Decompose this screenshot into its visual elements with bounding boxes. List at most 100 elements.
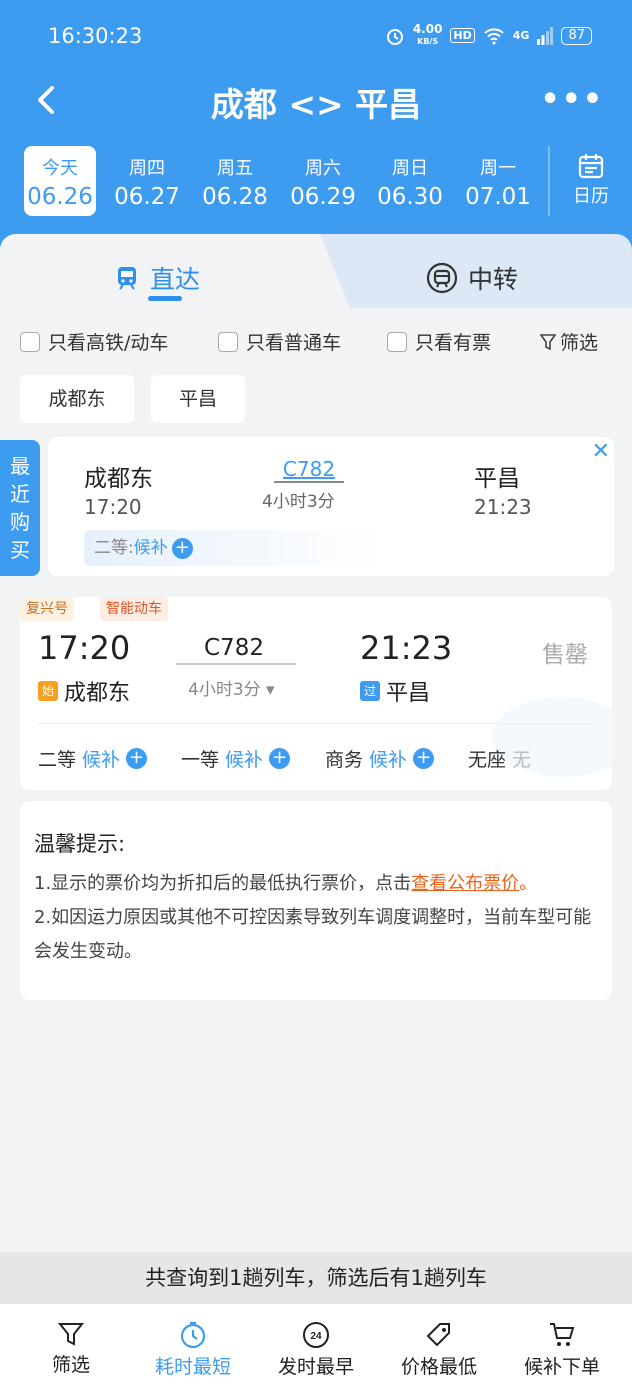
- date-week: 周五: [217, 158, 253, 179]
- tab-transfer-label: 中转: [468, 265, 519, 294]
- station-chip-chengdudong[interactable]: 成都东: [20, 375, 134, 423]
- bottom-nav-earliest[interactable]: 24 发时最早: [253, 1304, 379, 1390]
- svg-text:24: 24: [310, 1331, 322, 1342]
- bottom-nav: 筛选 耗时最短 24 发时最早 价格最低 候补下单: [0, 1304, 632, 1390]
- recent-seat-info[interactable]: 二等:候补 +: [84, 530, 384, 566]
- recent-tag-char: 买: [10, 538, 30, 562]
- date-strip: 今天 06.26 周四 06.27 周五 06.28 周六 06.29 周日 06.30 …: [0, 146, 632, 218]
- filter-high-speed-label: 只看高铁/动车: [48, 332, 169, 354]
- alarm-icon: [386, 28, 403, 45]
- transfer-train-icon: [426, 262, 458, 294]
- plus-icon[interactable]: +: [413, 748, 435, 769]
- date-value: 06.27: [114, 184, 180, 210]
- recent-tag-char: 最: [10, 454, 30, 478]
- filter-normal[interactable]: 只看普通车: [218, 328, 341, 355]
- bottom-nav-label: 耗时最短: [154, 1356, 231, 1378]
- recent-purchase-tag: 最 近 购 买: [0, 440, 40, 576]
- date-value: 06.30: [377, 184, 443, 210]
- recent-to-time: 21:23: [474, 495, 532, 519]
- duration: 4小时3分: [188, 680, 261, 700]
- filter-bar: 只看高铁/动车 只看普通车 只看有票 筛选: [20, 328, 612, 356]
- seat-business[interactable]: 商务 候补 +: [325, 745, 435, 772]
- checkbox[interactable]: [387, 331, 407, 352]
- seat-status: 候补: [225, 749, 264, 771]
- net-speed-unit: KB/S: [417, 37, 439, 46]
- recent-train-number[interactable]: C782: [276, 457, 342, 481]
- calendar-button[interactable]: 日历: [548, 146, 632, 216]
- filter-button[interactable]: 筛选: [539, 328, 598, 355]
- date-value: 07.01: [465, 184, 531, 210]
- date-week: 周一: [480, 158, 516, 179]
- plus-icon[interactable]: +: [269, 748, 291, 769]
- tab-underline: [148, 296, 182, 301]
- recent-seat-status: 候补: [133, 538, 168, 558]
- recent-duration: 4小时3分: [262, 492, 335, 512]
- arrival-time: 21:23: [360, 629, 453, 667]
- caret-down-icon: ▾: [266, 680, 275, 700]
- train-number: C782: [204, 635, 264, 661]
- date-value: 06.28: [202, 184, 268, 210]
- bottom-nav-waitlist[interactable]: 候补下单: [499, 1304, 625, 1390]
- smart-emu-tag: 智能动车: [100, 597, 168, 621]
- cart-clock-icon: [550, 1323, 575, 1346]
- arrow-line: [274, 481, 344, 483]
- date-item-0627[interactable]: 周四 06.27: [111, 146, 183, 216]
- tip-line-2: 2.如因运力原因或其他不可控因素导致列车调度调整时，当前车型可能会发生变动。: [34, 907, 592, 962]
- tab-transfer[interactable]: 中转: [426, 260, 518, 296]
- published-fare-link[interactable]: 查看公布票价: [411, 873, 519, 894]
- date-value: 06.29: [290, 184, 356, 210]
- funnel-icon: [57, 1323, 85, 1346]
- seat-second-class[interactable]: 二等 候补 +: [38, 745, 148, 772]
- date-week: 周六: [305, 158, 341, 179]
- checkbox[interactable]: [20, 331, 40, 352]
- close-icon[interactable]: ✕: [592, 439, 610, 464]
- bottom-nav-label: 发时最早: [277, 1356, 354, 1378]
- result-summary: 共查询到1趟列车，筛选后有1趟列车: [0, 1252, 632, 1304]
- recent-seat-class: 二等:: [94, 538, 134, 558]
- seat-status: 候补: [369, 749, 408, 771]
- date-item-0630[interactable]: 周日 06.30: [374, 146, 446, 216]
- date-item-0629[interactable]: 周六 06.29: [287, 146, 359, 216]
- plus-icon[interactable]: +: [126, 748, 148, 769]
- seat-status: 候补: [82, 749, 121, 771]
- date-week: 周四: [129, 158, 165, 179]
- bottom-nav-lowest-price[interactable]: 价格最低: [376, 1304, 502, 1390]
- date-item-0628[interactable]: 周五 06.28: [199, 146, 271, 216]
- station-chip-pingchang[interactable]: 平昌: [151, 375, 245, 423]
- recent-to-station: 平昌: [474, 466, 520, 492]
- bottom-nav-label: 价格最低: [400, 1356, 477, 1378]
- filter-available[interactable]: 只看有票: [387, 328, 491, 355]
- clock-24-icon: 24: [303, 1322, 329, 1348]
- train-card[interactable]: 复兴号 智能动车 17:20 C782 4小时3分 ▾ 21:23 售罄 始成都…: [20, 597, 612, 790]
- recent-purchase-card[interactable]: ✕ 成都东 17:20 C782 4小时3分 平昌 21:23 二等:候补 +: [48, 437, 614, 576]
- checkbox[interactable]: [218, 331, 238, 352]
- seat-name: 商务: [325, 749, 364, 771]
- bottom-nav-filter[interactable]: 筛选: [8, 1304, 134, 1390]
- duration-toggle[interactable]: 4小时3分 ▾: [188, 675, 275, 700]
- status-bar: 16:30:23 4.00 KB/S HD 4G 87: [0, 0, 632, 72]
- price-tag-icon: [426, 1323, 450, 1347]
- date-item-0626[interactable]: 今天 06.26: [24, 146, 96, 216]
- bottom-nav-label: 候补下单: [523, 1356, 600, 1378]
- tab-direct[interactable]: 直达: [114, 260, 200, 296]
- fuxing-tag: 复兴号: [20, 597, 74, 621]
- departure-time: 17:20: [38, 629, 131, 667]
- bottom-nav-shortest[interactable]: 耗时最短: [130, 1304, 256, 1390]
- seat-name: 无座: [468, 749, 507, 771]
- tips-title: 温馨提示:: [34, 832, 126, 856]
- origin-badge: 始: [38, 681, 58, 701]
- more-icon[interactable]: •••: [540, 82, 604, 117]
- date-value: 06.26: [27, 184, 93, 210]
- stopwatch-icon: [180, 1321, 206, 1349]
- status-time: 16:30:23: [48, 24, 143, 48]
- signal-icon: [537, 26, 554, 45]
- plus-icon[interactable]: +: [171, 537, 193, 559]
- seat-first-class[interactable]: 一等 候补 +: [181, 745, 291, 772]
- filter-high-speed[interactable]: 只看高铁/动车: [20, 328, 168, 355]
- departure-station-name: 成都东: [64, 681, 131, 706]
- date-week: 周日: [392, 158, 428, 179]
- date-item-0701[interactable]: 周一 07.01: [462, 146, 534, 216]
- recent-from-time: 17:20: [84, 495, 142, 519]
- date-week: 今天: [42, 158, 78, 179]
- tip-line-1: 1.显示的票价均为折扣后的最低执行票价，点击查看公布票价。: [34, 867, 598, 901]
